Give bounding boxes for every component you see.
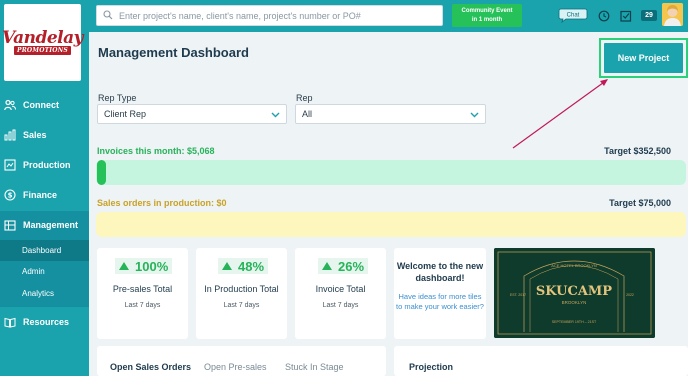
bar-chart-icon	[4, 129, 16, 141]
invoices-progress-fill	[97, 160, 106, 185]
promo-est: EST. 2017	[510, 293, 526, 297]
sidebar-item-resources[interactable]: Resources	[0, 310, 89, 334]
skucamp-promo-banner[interactable]: ACE HOTEL BROOKLYN SKUCAMP BROOKLYN EST.…	[494, 248, 655, 338]
sidebar-item-production[interactable]: Production	[0, 153, 89, 177]
tab-stuck-in-stage[interactable]: Stuck In Stage	[285, 362, 344, 372]
chevron-down-icon	[271, 110, 280, 119]
sidebar-item-label: Production	[23, 160, 71, 170]
sales-orders-progress-track	[96, 212, 686, 237]
invoice-total-percent: 26%	[318, 258, 369, 274]
invoices-progress-track	[96, 160, 686, 185]
sidebar-item-label: Finance	[23, 190, 58, 200]
search-input[interactable]: Enter project's name, client's name, pro…	[96, 5, 443, 26]
event-button-line2: in 1 month	[471, 17, 503, 23]
sidebar-item-finance[interactable]: $ Finance	[0, 183, 89, 207]
rep-type-label: Rep Type	[98, 93, 137, 103]
notification-badge[interactable]: 29	[641, 10, 657, 21]
rep-value: All	[302, 109, 313, 119]
invoices-target: Target $352,500	[604, 146, 671, 156]
sidebar-item-label: Sales	[23, 130, 47, 140]
clock-icon[interactable]	[598, 9, 610, 22]
tab-open-sales-orders[interactable]: Open Sales Orders	[110, 362, 191, 372]
feedback-link[interactable]: Have ideas for more tiles to make your w…	[396, 292, 484, 312]
in-production-title: In Production Total	[204, 284, 279, 294]
invoices-label: Invoices this month: $5,068	[97, 146, 215, 156]
sidebar-item-label: Resources	[23, 317, 70, 327]
search-icon	[103, 7, 113, 25]
checklist-icon[interactable]	[620, 9, 632, 22]
projection-title: Projection	[409, 362, 454, 372]
up-arrow-icon	[322, 262, 332, 270]
sidebar-item-label: Management	[23, 220, 79, 230]
promo-city: BROOKLYN	[562, 300, 587, 305]
community-event-button[interactable]: Community Event in 1 month	[452, 4, 522, 27]
new-project-button[interactable]: New Project	[604, 43, 683, 73]
rep-type-select[interactable]: Client Rep	[97, 104, 287, 124]
sales-orders-label: Sales orders in production: $0	[97, 198, 227, 208]
up-arrow-icon	[222, 262, 232, 270]
invoice-total-title: Invoice Total	[315, 284, 366, 294]
logo-word: Vandelay	[1, 28, 84, 48]
rep-label: Rep	[296, 93, 313, 103]
book-icon	[4, 316, 16, 328]
pre-sales-sub: Last 7 days	[124, 302, 161, 309]
rep-type-value: Client Rep	[104, 109, 147, 119]
sales-orders-target: Target $75,000	[609, 198, 671, 208]
page-title: Management Dashboard	[98, 45, 249, 60]
welcome-title: Welcome to the new dashboard!	[396, 261, 484, 283]
management-icon	[4, 219, 16, 231]
invoice-total-sub: Last 7 days	[322, 302, 359, 309]
pre-sales-percent: 100%	[115, 258, 173, 274]
in-production-sub: Last 7 days	[223, 302, 260, 309]
sidebar-subitem-dashboard[interactable]: Dashboard	[0, 240, 89, 261]
people-icon	[4, 99, 16, 111]
logo-subtitle: PROMOTIONS	[14, 46, 71, 55]
production-icon	[4, 159, 16, 171]
svg-text:$: $	[8, 192, 13, 200]
sidebar-item-connect[interactable]: Connect	[0, 93, 89, 117]
pre-sales-title: Pre-sales Total	[112, 284, 173, 294]
sidebar-subitem-admin[interactable]: Admin	[0, 261, 89, 282]
in-production-percent: 48%	[218, 258, 269, 274]
sidebar: Vandelay PROMOTIONS Connect Sales Produc…	[0, 0, 89, 376]
promo-date: SEPTEMBER 19TH – 21ST	[552, 320, 597, 324]
promo-year: 2022	[626, 293, 634, 297]
chat-label: Chat	[567, 13, 580, 19]
tab-open-pre-sales[interactable]: Open Pre-sales	[204, 362, 267, 372]
search-placeholder: Enter project's name, client's name, pro…	[119, 10, 361, 21]
up-arrow-icon	[119, 262, 129, 270]
chevron-down-icon	[470, 110, 479, 119]
new-project-highlight: New Project	[599, 38, 688, 78]
annotation-arrow	[512, 79, 608, 149]
dollar-icon: $	[4, 189, 16, 201]
top-bar: Enter project's name, client's name, pro…	[89, 0, 688, 32]
event-button-line1: Community Event	[461, 8, 513, 14]
chat-icon[interactable]: Chat	[558, 7, 588, 24]
promo-venue: ACE HOTEL BROOKLYN	[551, 263, 597, 268]
sidebar-item-label: Connect	[23, 100, 59, 110]
rep-select[interactable]: All	[295, 104, 486, 124]
sidebar-subitem-analytics[interactable]: Analytics	[0, 283, 89, 304]
promo-title: SKUCAMP	[536, 284, 612, 299]
avatar[interactable]	[662, 3, 683, 26]
sidebar-item-management[interactable]: Management	[0, 213, 89, 237]
sidebar-item-sales[interactable]: Sales	[0, 123, 89, 147]
company-logo[interactable]: Vandelay PROMOTIONS	[1, 4, 84, 81]
